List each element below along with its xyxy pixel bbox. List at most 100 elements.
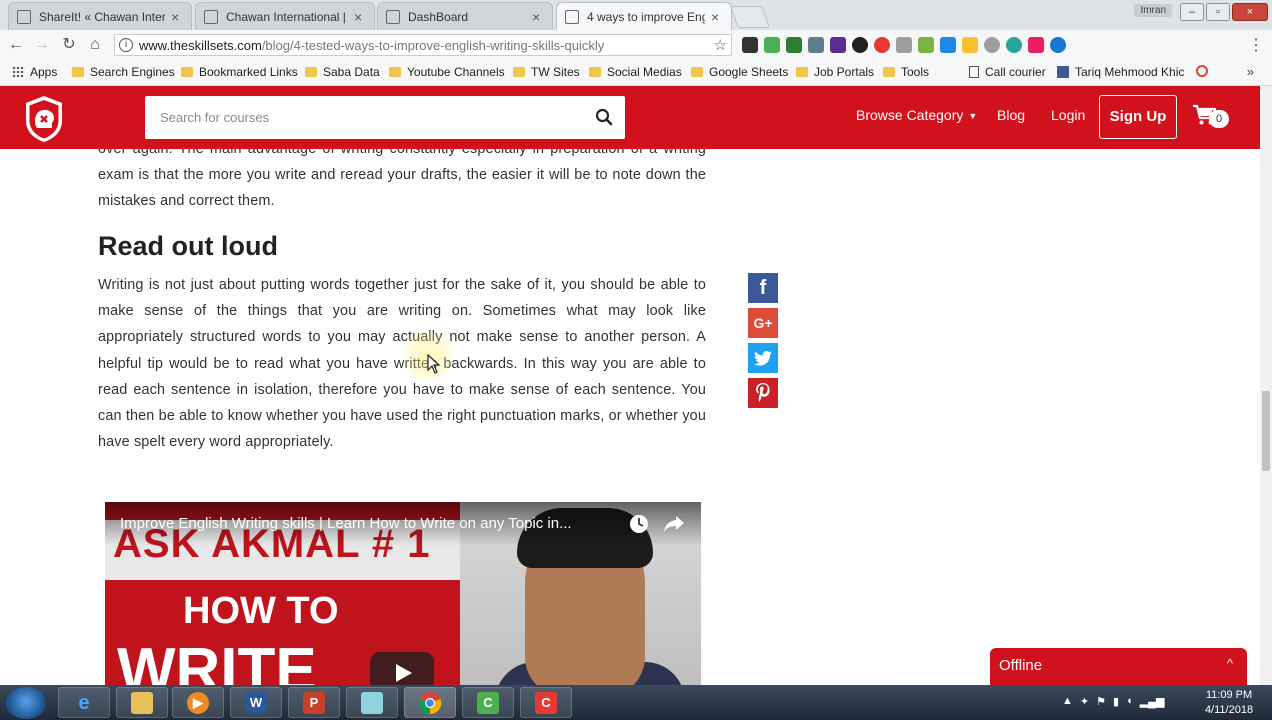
blog-link[interactable]: Blog [997, 107, 1025, 123]
bookmark-folder[interactable]: Job Portals [796, 65, 874, 79]
extension-icon[interactable] [764, 37, 780, 53]
close-icon[interactable]: × [532, 9, 544, 25]
notes-taskbar-button[interactable] [346, 687, 398, 718]
browse-category-menu[interactable]: Browse Category ▼ [856, 107, 977, 123]
window-close-icon[interactable]: × [1232, 3, 1268, 21]
twitter-share-button[interactable] [748, 343, 778, 373]
extension-icon[interactable] [984, 37, 1000, 53]
bookmark-folder[interactable]: Bookmarked Links [181, 65, 298, 79]
bookmark-apps[interactable]: Apps [12, 65, 57, 79]
embedded-video-player[interactable]: ASK AKMAL # 1 HOW TO WRITE Improve Engli… [105, 502, 701, 685]
url-bar[interactable]: i www.theskillsets.com/blog/4-tested-way… [114, 34, 732, 56]
file-explorer-taskbar-button[interactable] [116, 687, 168, 718]
power-icon[interactable]: ▮ [1113, 695, 1119, 708]
bookmark-label: Google Sheets [709, 65, 789, 79]
camtasia-red-taskbar-button[interactable]: C [520, 687, 572, 718]
word-taskbar-button[interactable]: W [230, 687, 282, 718]
media-player-icon: ▶ [187, 691, 209, 714]
bookmark-star-icon[interactable]: ☆ [714, 36, 727, 54]
search-input[interactable] [145, 96, 585, 139]
google-icon [1196, 65, 1208, 77]
close-icon[interactable]: × [171, 9, 183, 25]
chrome-taskbar-button[interactable] [404, 687, 456, 718]
extension-icon[interactable] [786, 37, 802, 53]
article-paragraph: Writing is not just about putting words … [98, 277, 706, 451]
home-icon[interactable]: ⌂ [85, 35, 105, 55]
minimize-icon[interactable]: – [1180, 3, 1204, 21]
media-player-taskbar-button[interactable]: ▶ [172, 687, 224, 718]
search-icon[interactable] [595, 108, 613, 126]
bookmark-folder[interactable]: Google Sheets [691, 65, 788, 79]
mouse-pointer-icon [427, 354, 441, 374]
browser-menu-icon[interactable]: ⋮ [1248, 35, 1264, 55]
watch-later-icon[interactable] [629, 514, 649, 534]
bookmarks-overflow-icon[interactable]: » [1247, 64, 1254, 79]
bookmark-link[interactable]: Tariq Mehmood Khic [1057, 65, 1184, 79]
close-icon[interactable]: × [354, 9, 366, 25]
extension-icon[interactable] [918, 37, 934, 53]
folder-icon [389, 67, 401, 77]
login-link[interactable]: Login [1051, 107, 1085, 123]
page-icon [565, 9, 579, 24]
speaker-icon[interactable]: ◖ [1126, 695, 1133, 708]
extension-icon[interactable] [1028, 37, 1044, 53]
extension-icon[interactable] [940, 37, 956, 53]
browse-category-label: Browse Category [856, 107, 964, 123]
taskbar-clock[interactable]: 11:09 PM 4/11/2018 [1198, 688, 1260, 718]
extension-icon[interactable] [962, 37, 978, 53]
extension-icon[interactable] [896, 37, 912, 53]
tab-shareit[interactable]: ShareIt! « Chawan Interna × [8, 2, 192, 30]
network-icon[interactable]: ▂▄▆ [1140, 695, 1165, 708]
chevron-up-icon[interactable]: ^ [1227, 656, 1233, 671]
windows-start-icon[interactable] [6, 687, 46, 719]
page-icon [386, 9, 400, 24]
powerpoint-taskbar-button[interactable]: P [288, 687, 340, 718]
bookmark-folder[interactable]: Social Medias [589, 65, 682, 79]
extension-icon[interactable] [874, 37, 890, 53]
extension-icon[interactable] [830, 37, 846, 53]
googleplus-share-button[interactable]: G+ [748, 308, 778, 338]
site-logo-icon[interactable] [22, 94, 66, 144]
close-icon[interactable]: × [711, 9, 723, 25]
camtasia-green-taskbar-button[interactable]: C [462, 687, 514, 718]
tab-chawan[interactable]: Chawan International | × [195, 2, 375, 30]
extension-icon[interactable] [852, 37, 868, 53]
bookmark-link[interactable] [1196, 65, 1212, 77]
folder-icon [589, 67, 601, 77]
back-arrow-icon[interactable]: ← [6, 35, 26, 55]
extension-icon[interactable] [1050, 37, 1066, 53]
bookmark-folder[interactable]: Tools [883, 65, 929, 79]
site-header: Browse Category ▼ Blog Login Sign Up [0, 86, 1260, 149]
new-tab-button[interactable] [729, 6, 771, 28]
pinterest-share-button[interactable] [748, 378, 778, 408]
extension-icon[interactable] [742, 37, 758, 53]
video-title[interactable]: Improve English Writing skills | Learn H… [120, 515, 625, 532]
page-scrollbar[interactable] [1260, 86, 1272, 686]
reload-icon[interactable]: ↻ [59, 35, 79, 55]
scrollbar-thumb[interactable] [1262, 391, 1270, 471]
info-icon[interactable]: i [119, 38, 133, 52]
tab-active-article[interactable]: 4 ways to improve Englis × [556, 2, 732, 30]
bookmark-folder[interactable]: Youtube Channels [389, 65, 505, 79]
bookmark-folder[interactable]: Search Engines [72, 65, 175, 79]
extension-icon[interactable] [808, 37, 824, 53]
bookmark-label: Call courier [985, 65, 1046, 79]
bookmark-folder[interactable]: Saba Data [305, 65, 380, 79]
bookmark-folder[interactable]: TW Sites [513, 65, 580, 79]
maximize-icon[interactable]: ▫ [1206, 3, 1230, 21]
flag-icon[interactable]: ⚑ [1096, 695, 1106, 708]
chat-widget-offline[interactable]: Offline ^ [990, 648, 1247, 685]
profile-chip[interactable]: Imran [1134, 4, 1172, 17]
extension-icon[interactable] [1006, 37, 1022, 53]
play-button-icon[interactable] [370, 652, 434, 685]
url-text: www.theskillsets.com/blog/4-tested-ways-… [139, 38, 604, 53]
internet-explorer-taskbar-button[interactable]: e [58, 687, 110, 718]
facebook-share-button[interactable]: f [748, 273, 778, 303]
share-arrow-icon[interactable] [663, 514, 685, 534]
show-hidden-icons-icon[interactable]: ▲ [1062, 695, 1073, 708]
bookmark-link[interactable]: Call courier [969, 65, 1046, 79]
forward-arrow-icon[interactable]: → [32, 35, 52, 55]
signup-button[interactable]: Sign Up [1099, 95, 1177, 139]
tab-dashboard[interactable]: DashBoard × [377, 2, 553, 30]
dropbox-icon[interactable]: ✦ [1080, 695, 1089, 708]
